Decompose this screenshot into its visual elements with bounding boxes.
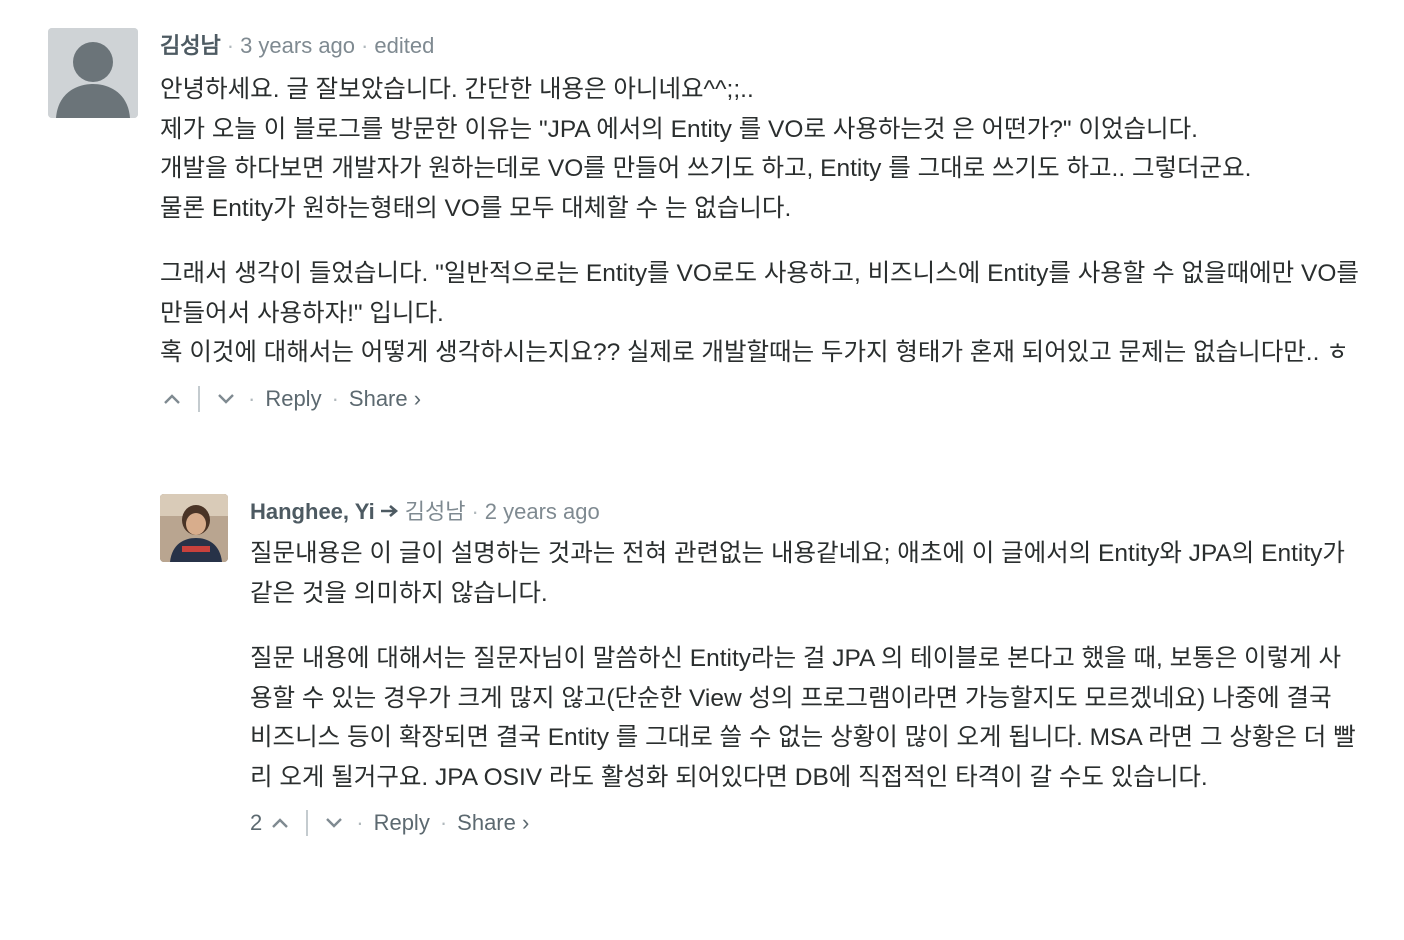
- vote-divider: [306, 810, 309, 836]
- comment-line: 안녕하세요. 글 잘보았습니다. 간단한 내용은 아니네요^^;;..: [160, 76, 754, 103]
- comment-footer: · Reply · Share ›: [160, 381, 1360, 417]
- edited-label: edited: [374, 33, 435, 58]
- footer-separator: ·: [439, 810, 448, 835]
- parent-author[interactable]: 김성남: [405, 499, 466, 524]
- default-avatar-icon: [48, 28, 138, 118]
- comment-line: 물론 Entity가 원하는형태의 VO를 모두 대체할 수 는 없습니다.: [160, 194, 792, 222]
- comment-line: 혹 이것에 대해서는 어떻게 생각하시는지요?? 실제로 개발할때는 두가지 형…: [160, 339, 1349, 366]
- footer-separator: ·: [248, 385, 256, 411]
- comment-body: Hanghee, Yi 김성남 · 2 years ago 질문내용은 이 글이 설명…: [250, 494, 1360, 841]
- comment-time[interactable]: 2 years ago: [485, 499, 600, 524]
- meta-separator: ·: [471, 499, 479, 524]
- vote-controls: 2: [250, 805, 346, 841]
- reply-button[interactable]: Reply: [265, 381, 321, 417]
- author-name[interactable]: Hanghee, Yi: [250, 499, 375, 524]
- comment-line: 제가 오늘 이 블로그를 방문한 이유는 "JPA 에서의 Entity 를 V…: [160, 115, 1198, 143]
- comment-meta: 김성남 · 3 years ago · edited: [160, 28, 1360, 64]
- vote-divider: [198, 385, 200, 412]
- vote-count: 2: [250, 810, 263, 835]
- footer-separator: ·: [356, 810, 364, 835]
- comment-footer: 2 · Reply · Share ›: [250, 805, 1360, 841]
- author-name[interactable]: 김성남: [160, 33, 221, 58]
- chevron-up-icon[interactable]: [268, 805, 292, 841]
- comment-text: 안녕하세요. 글 잘보았습니다. 간단한 내용은 아니네요^^;;.. 제가 오…: [160, 70, 1360, 373]
- share-button[interactable]: Share ›: [457, 805, 529, 841]
- meta-separator: ·: [361, 33, 369, 58]
- reply-button[interactable]: Reply: [374, 805, 430, 841]
- comment-paragraph: 질문 내용에 대해서는 질문자님이 말씀하신 Entity라는 걸 JPA 의 …: [250, 645, 1356, 791]
- chevron-up-icon[interactable]: [160, 381, 184, 417]
- comment-line: 그래서 생각이 들었습니다. "일반적으로는 Entity를 VO로도 사용하고…: [160, 260, 1359, 327]
- avatar[interactable]: [160, 494, 228, 562]
- meta-separator: ·: [226, 33, 235, 58]
- chevron-down-icon[interactable]: [322, 805, 346, 841]
- comment-body: 김성남 · 3 years ago · edited 안녕하세요. 글 잘보았습니다. …: [160, 28, 1360, 417]
- vote-controls: [160, 381, 238, 417]
- user-photo-icon: [160, 494, 228, 562]
- comment-line: 개발을 하다보면 개발자가 원하는데로 VO를 만들어 쓰기도 하고, Enti…: [160, 155, 1252, 182]
- arrow-right-icon: [379, 499, 401, 524]
- comment-text: 질문내용은 이 글이 설명하는 것과는 전혀 관련없는 내용같네요; 애초에 이…: [250, 534, 1360, 797]
- chevron-down-icon[interactable]: [214, 381, 238, 417]
- share-button[interactable]: Share ›: [349, 381, 421, 417]
- avatar[interactable]: [48, 28, 138, 118]
- comment-paragraph: 질문내용은 이 글이 설명하는 것과는 전혀 관련없는 내용같네요; 애초에 이…: [250, 540, 1345, 607]
- footer-separator: ·: [331, 385, 339, 411]
- comment-meta: Hanghee, Yi 김성남 · 2 years ago: [250, 494, 1360, 530]
- comment-time[interactable]: 3 years ago: [240, 33, 355, 58]
